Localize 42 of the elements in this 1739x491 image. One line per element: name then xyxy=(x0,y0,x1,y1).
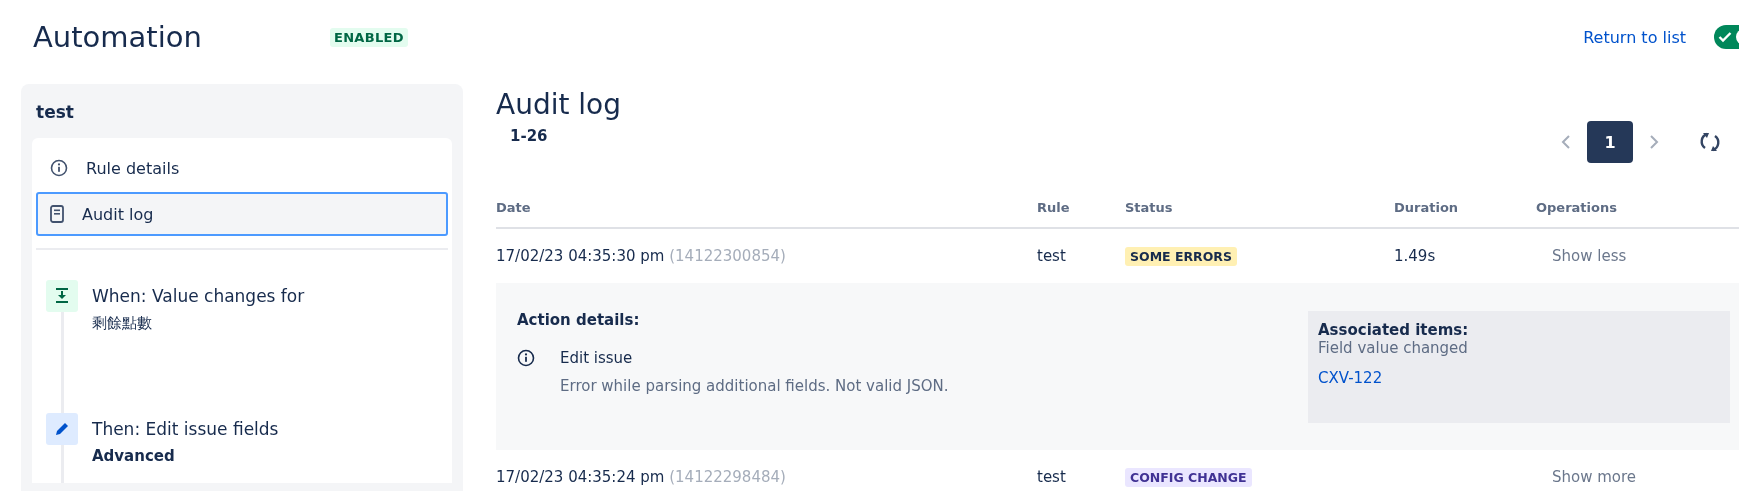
rule-cell-text: test xyxy=(1037,247,1067,265)
page-title: Automation xyxy=(33,20,203,54)
rule-cell-text: test xyxy=(1037,468,1067,486)
step-title: Then: Edit issue fields xyxy=(92,419,280,439)
step-title: When: Value changes for xyxy=(92,286,306,306)
nav-item[interactable]: Rule details xyxy=(36,146,448,190)
section-title: Audit log xyxy=(496,88,622,121)
chevron-right-icon xyxy=(1649,134,1659,150)
status-lozenge: SOME ERRORS xyxy=(1125,247,1237,266)
return-link[interactable]: Return to list xyxy=(1583,27,1686,47)
edit-icon xyxy=(46,413,78,445)
toggle-details-button[interactable]: Show more xyxy=(1536,464,1653,490)
check-icon xyxy=(1718,31,1732,43)
issue-link[interactable]: CXV-122 xyxy=(1318,369,1383,387)
column-header: Date xyxy=(496,199,532,215)
column-header: Duration xyxy=(1394,199,1460,215)
date-cell-text: 17/02/23 04:35:24 pm (14122298484) xyxy=(496,468,787,486)
result-range: 1-26 xyxy=(509,126,549,147)
column-header: Status xyxy=(1125,199,1174,215)
action-name: Edit issue xyxy=(560,349,634,367)
refresh-icon xyxy=(1699,130,1721,154)
associated-heading: Associated items: xyxy=(1318,321,1470,339)
status-badge: ENABLED xyxy=(330,27,408,47)
info-icon xyxy=(517,349,535,367)
column-header: Operations xyxy=(1536,199,1618,215)
details-heading: Action details: xyxy=(517,311,641,329)
document-icon xyxy=(50,205,64,223)
step-detail: 剩餘點數 xyxy=(92,314,153,333)
info-icon xyxy=(50,159,68,177)
status-lozenge: CONFIG CHANGE xyxy=(1125,468,1252,487)
error-message: Error while parsing additional fields. Not valid JSON. xyxy=(560,377,950,395)
duration-cell: 1.49s xyxy=(1394,247,1436,265)
nav-item[interactable]: Audit log xyxy=(36,192,448,236)
rule-name: test xyxy=(35,101,75,124)
column-header: Rule xyxy=(1037,199,1071,215)
date-cell-text: 17/02/23 04:35:30 pm (14122300854) xyxy=(496,247,787,265)
associated-text: Field value changed xyxy=(1318,339,1469,357)
trigger-icon xyxy=(46,280,78,312)
page-button[interactable]: 1 xyxy=(1587,121,1633,163)
toggle-details-button[interactable]: Show less xyxy=(1536,243,1643,269)
step-detail: Advanced xyxy=(92,447,176,465)
chevron-left-icon xyxy=(1561,134,1571,150)
